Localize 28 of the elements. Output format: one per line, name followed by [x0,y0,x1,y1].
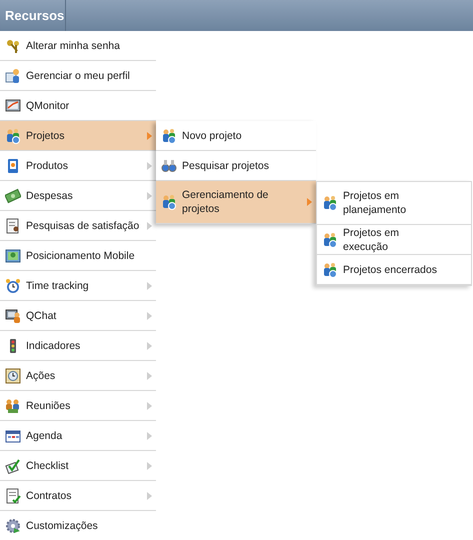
alarm-clock-icon [5,278,21,294]
people-group-icon [161,128,177,144]
people-group-icon [322,262,338,278]
clipboard-icon [5,218,21,234]
document-icon [5,488,21,504]
monitor-icon [5,98,21,114]
clock-icon [5,368,21,384]
menu-item[interactable]: Novo projeto [156,121,316,151]
menu-item[interactable]: Gerenciamento de projetos [156,181,316,224]
menu-item[interactable]: Projetos em planejamento [317,182,471,225]
people-group-icon [5,128,21,144]
menu-item[interactable]: Projetos encerrados [317,255,471,285]
binoculars-icon [161,158,177,174]
checkmark-icon [5,458,21,474]
gear-icon [5,518,21,534]
menu-item[interactable]: Pesquisar projetos [156,151,316,181]
calendar-icon [5,428,21,444]
picture-icon [5,248,21,264]
people-group-icon [322,195,338,211]
people-group-icon [161,194,177,210]
people-group-icon [322,232,338,248]
money-icon [5,188,21,204]
phone-icon [5,158,21,174]
menu-item[interactable]: Projetos [0,121,156,151]
person-card-icon [5,68,21,84]
people-icon [5,398,21,414]
computer-user-icon [5,308,21,324]
menu-item[interactable]: Projetos em execução [317,225,471,255]
